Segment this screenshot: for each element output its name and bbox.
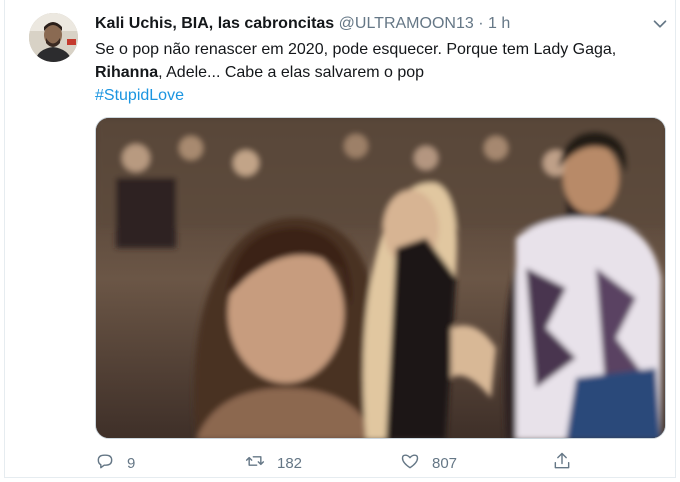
like-icon <box>400 451 432 475</box>
like-count: 807 <box>432 454 458 472</box>
tweet-text-bold: Rihanna <box>95 64 159 81</box>
timestamp[interactable]: 1 h <box>488 15 510 32</box>
reply-count: 9 <box>127 454 136 472</box>
tweet-text-part1: Se o pop não renascer em 2020, pode esqu… <box>95 41 617 58</box>
separator-dot: · <box>478 15 484 32</box>
avatar[interactable] <box>29 13 78 62</box>
tweet-text: Se o pop não renascer em 2020, pode esqu… <box>95 38 665 107</box>
retweet-count: 182 <box>277 454 303 472</box>
reply-icon <box>95 451 127 475</box>
author-handle[interactable]: @ULTRAMOON13 <box>339 15 474 32</box>
tweet-text-part2: , Adele... Cabe a elas salvarem o pop <box>158 64 425 81</box>
retweet-button[interactable]: 182 <box>245 452 302 474</box>
chevron-down-icon[interactable] <box>649 13 671 35</box>
tweet-actions: 9 182 807 <box>95 452 675 476</box>
tweet-header: Kali Uchis, BIA, las cabroncitas @ULTRAM… <box>95 14 510 34</box>
like-button[interactable]: 807 <box>400 452 457 474</box>
share-icon <box>552 451 584 475</box>
tweet-card[interactable]: Kali Uchis, BIA, las cabroncitas @ULTRAM… <box>4 0 676 478</box>
hashtag-link[interactable]: #StupidLove <box>95 87 184 104</box>
reply-button[interactable]: 9 <box>95 452 135 474</box>
author-name[interactable]: Kali Uchis, BIA, las cabroncitas <box>95 15 334 32</box>
retweet-icon <box>245 451 277 475</box>
tweet-media[interactable] <box>95 117 666 439</box>
share-button[interactable] <box>552 452 584 474</box>
